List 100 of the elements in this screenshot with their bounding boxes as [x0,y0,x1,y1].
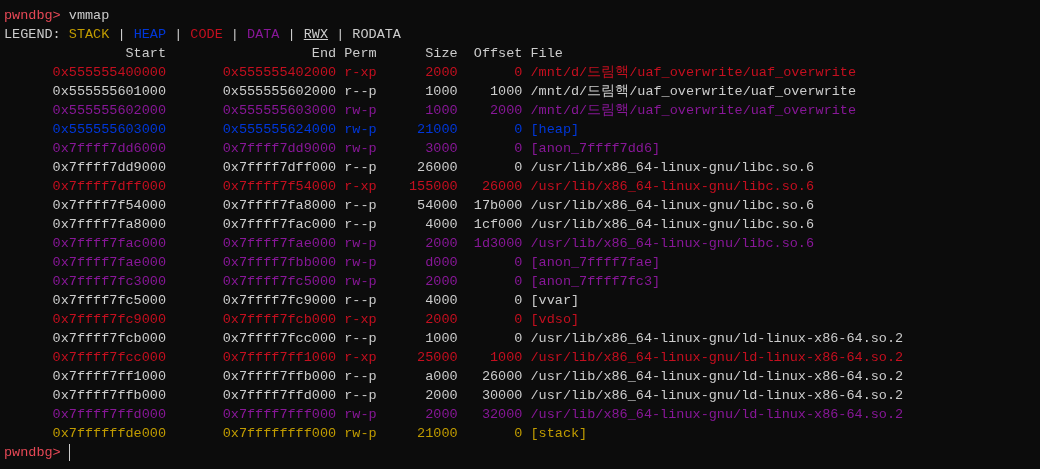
size: 21000 [416,121,458,139]
end-address: 0x7ffff7fae000 [221,235,337,253]
end-header: End [310,45,337,63]
size: 2000 [424,406,458,424]
size: 2000 [424,273,458,291]
permissions: r--p [344,387,377,405]
end-address: 0x555555603000 [221,102,337,120]
end-address: 0x7ffff7fc5000 [221,273,337,291]
size: 25000 [416,349,458,367]
size-header: Size [424,45,458,63]
legend-item: RODATA [352,26,401,44]
file-header: File [530,45,563,63]
start-address: 0x7ffff7fae000 [51,254,166,272]
start-address: 0x555555400000 [51,64,166,82]
legend-separator: | [230,26,239,44]
prompt: pwndbg> [4,444,61,462]
legend-separator: | [336,26,345,44]
start-address: 0x7ffff7fcc000 [51,349,166,367]
legend-label: LEGEND: [4,26,61,44]
offset: 2000 [489,102,523,120]
file-path: /usr/lib/x86_64-linux-gnu/libc.so.6 [530,235,815,253]
file-path: /mnt/d/드림핵/uaf_overwrite/uaf_overwrite [530,83,857,101]
start-address: 0x7ffff7ffb000 [51,387,166,405]
perm-header: Perm [344,45,377,63]
size: a000 [424,368,458,386]
size: 4000 [424,216,458,234]
permissions: r--p [344,330,377,348]
permissions: rw-p [344,425,377,443]
file-path: [vvar] [530,292,580,310]
legend-item: DATA [247,26,280,44]
start-address: 0x7ffff7fac000 [51,235,166,253]
legend-separator: | [287,26,296,44]
start-header: Start [124,45,166,63]
offset: 26000 [480,368,523,386]
permissions: r--p [344,159,377,177]
end-address: 0x7ffff7ff1000 [221,349,337,367]
file-path: [anon_7ffff7fae] [530,254,661,272]
end-address: 0x7ffff7dff000 [221,159,337,177]
start-address: 0x7ffff7fc3000 [51,273,166,291]
size: d000 [424,254,458,272]
offset: 30000 [480,387,523,405]
file-path: [vdso] [530,311,580,329]
size: 2000 [424,311,458,329]
text-cursor [68,444,70,461]
permissions: rw-p [344,273,377,291]
offset: 32000 [480,406,523,424]
end-address: 0x7ffff7fa8000 [221,197,337,215]
permissions: rw-p [344,406,377,424]
size: 2000 [424,64,458,82]
end-address: 0x555555402000 [221,64,337,82]
offset: 1d3000 [472,235,523,253]
file-path: /usr/lib/x86_64-linux-gnu/libc.so.6 [530,216,815,234]
legend-separator: | [174,26,183,44]
permissions: rw-p [344,254,377,272]
offset: 0 [513,425,523,443]
legend-separator: | [117,26,126,44]
start-address: 0x7ffff7ffd000 [51,406,166,424]
offset: 0 [513,140,523,158]
end-address: 0x7ffff7fcc000 [221,330,337,348]
start-address: 0x7ffff7dd6000 [51,140,166,158]
offset-header: Offset [472,45,523,63]
start-address: 0x555555603000 [51,121,166,139]
permissions: r--p [344,83,377,101]
permissions: r--p [344,368,377,386]
file-path: [anon_7ffff7fc3] [530,273,661,291]
start-address: 0x7ffff7fc9000 [51,311,166,329]
start-address: 0x555555601000 [51,83,166,101]
end-address: 0x7ffffffff000 [221,425,337,443]
offset: 1cf000 [472,216,523,234]
size: 2000 [424,235,458,253]
start-address: 0x7ffff7fcb000 [51,330,166,348]
file-path: [stack] [530,425,588,443]
size: 1000 [424,83,458,101]
end-address: 0x7ffff7fcb000 [221,311,337,329]
start-address: 0x7ffff7dff000 [51,178,166,196]
prompt: pwndbg> [4,7,61,25]
file-path: /mnt/d/드림핵/uaf_overwrite/uaf_overwrite [530,102,857,120]
end-address: 0x7ffff7dd9000 [221,140,337,158]
file-path: /usr/lib/x86_64-linux-gnu/ld-linux-x86-64.so.2 [530,330,904,348]
offset: 0 [513,330,523,348]
size: 4000 [424,292,458,310]
permissions: r--p [344,216,377,234]
file-path: /usr/lib/x86_64-linux-gnu/libc.so.6 [530,159,815,177]
legend-item: STACK [68,26,110,44]
start-address: 0x7ffff7ff1000 [51,368,166,386]
size: 26000 [416,159,458,177]
end-address: 0x7ffff7ffd000 [221,387,337,405]
permissions: rw-p [344,102,377,120]
permissions: r-xp [344,311,377,329]
offset: 0 [513,254,523,272]
end-address: 0x7ffff7f54000 [221,178,337,196]
size: 54000 [416,197,458,215]
legend-item: HEAP [133,26,167,44]
permissions: r-xp [344,178,377,196]
command: vmmap [68,7,110,25]
offset: 17b000 [472,197,523,215]
file-path: /usr/lib/x86_64-linux-gnu/libc.so.6 [530,178,815,196]
offset: 0 [513,311,523,329]
file-path: /mnt/d/드림핵/uaf_overwrite/uaf_overwrite [530,64,857,82]
file-path: /usr/lib/x86_64-linux-gnu/ld-linux-x86-64.so.2 [530,406,904,424]
